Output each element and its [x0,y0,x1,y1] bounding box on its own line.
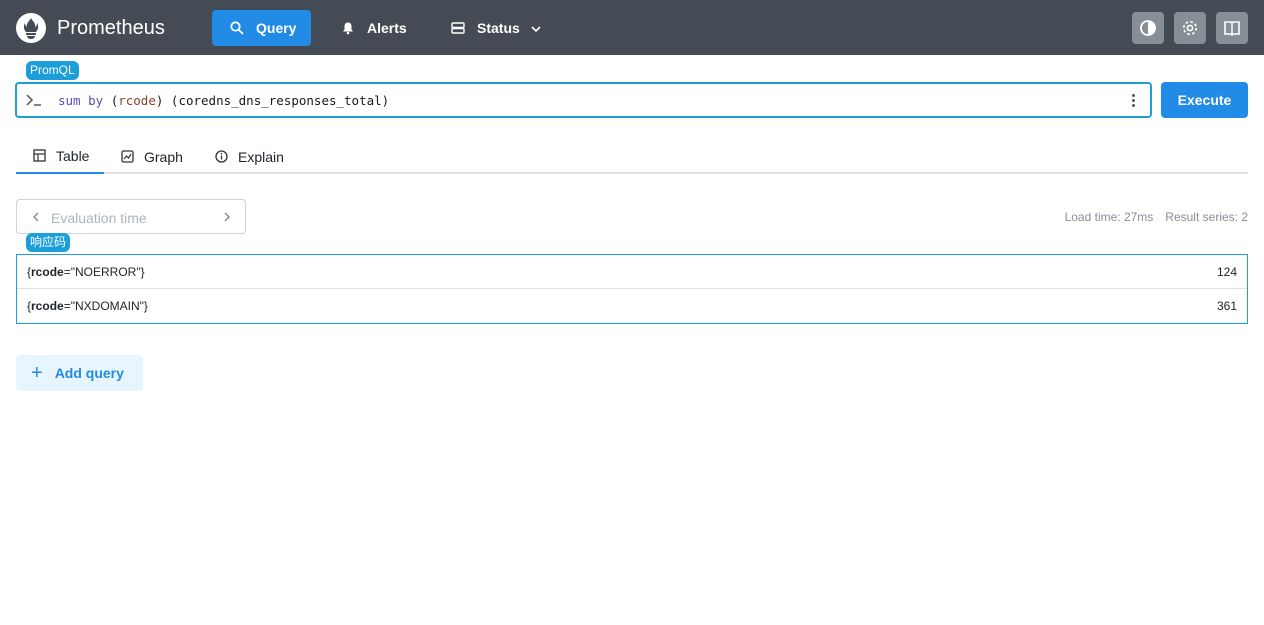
series-labels: {rcode="NXDOMAIN"} [27,299,148,313]
nav-alerts-button[interactable]: Alerts [333,10,419,46]
nav-status-label: Status [477,20,520,36]
evaluation-time-picker[interactable]: Evaluation time [16,199,246,234]
gear-icon [1183,21,1197,35]
tab-table-label: Table [56,147,90,164]
table-row: {rcode="NXDOMAIN"} 361 [17,289,1247,323]
table-row: {rcode="NOERROR"} 124 [17,255,1247,289]
book-icon [1224,21,1240,37]
terminal-prompt-icon [26,94,41,106]
table-icon [33,149,46,162]
settings-button[interactable] [1174,12,1206,44]
add-query-button[interactable]: + Add query [16,355,143,391]
contrast-icon [1140,20,1156,36]
tab-graph[interactable]: Graph [121,139,201,174]
expression-token [81,93,89,108]
expression-token: sum [58,93,81,108]
brand-title[interactable]: Prometheus [57,17,165,40]
result-series-count: Result series: 2 [1165,210,1248,224]
info-icon [215,150,228,163]
tab-table[interactable]: Table [16,139,104,174]
evaluation-time-input[interactable]: Evaluation time [51,210,147,226]
documentation-button[interactable] [1216,12,1248,44]
add-query-label: Add query [54,365,124,381]
expression-token: rcode [118,93,156,108]
expression-input[interactable]: sum by (rcode) (coredns_dns_responses_to… [15,82,1152,118]
expression-token: ) (coredns_dns_responses_total) [155,93,390,108]
promql-tag: PromQL [26,61,79,80]
query-stats: Load time: 27ms Result series: 2 [1065,210,1248,224]
nav-alerts-label: Alerts [367,20,407,36]
chevron-left-icon[interactable] [31,210,41,224]
top-navbar: Prometheus Query Alerts Status [0,0,1264,55]
chevron-down-icon [530,22,542,34]
search-icon [230,21,244,35]
prometheus-logo-icon[interactable] [16,13,46,43]
expression-menu-icon[interactable] [1132,94,1136,108]
expression-token: by [88,93,104,108]
table-annotation-tag: 响应码 [26,233,71,252]
nav-query-label: Query [256,20,297,36]
series-value: 361 [1216,299,1237,313]
nav-status-dropdown[interactable]: Status [443,10,553,46]
result-table: {rcode="NOERROR"} 124 {rcode="NXDOMAIN"}… [16,254,1248,324]
expression-token: ( [103,93,119,108]
server-icon [451,21,465,35]
chevron-right-icon[interactable] [222,210,232,224]
tab-explain[interactable]: Explain [215,139,305,174]
expression-text[interactable]: sum by (rcode) (coredns_dns_responses_to… [58,93,389,108]
bell-icon [341,21,355,35]
plus-icon: + [31,362,43,384]
execute-button[interactable]: Execute [1161,82,1248,118]
series-labels: {rcode="NOERROR"} [27,265,145,279]
result-tabs: Table Graph Explain [16,139,1248,174]
tab-graph-label: Graph [144,148,183,165]
tab-explain-label: Explain [238,148,284,165]
series-value: 124 [1216,265,1237,279]
theme-toggle-button[interactable] [1132,12,1164,44]
graph-icon [121,150,134,163]
load-time: Load time: 27ms [1064,210,1154,224]
nav-query-button[interactable]: Query [212,10,311,46]
